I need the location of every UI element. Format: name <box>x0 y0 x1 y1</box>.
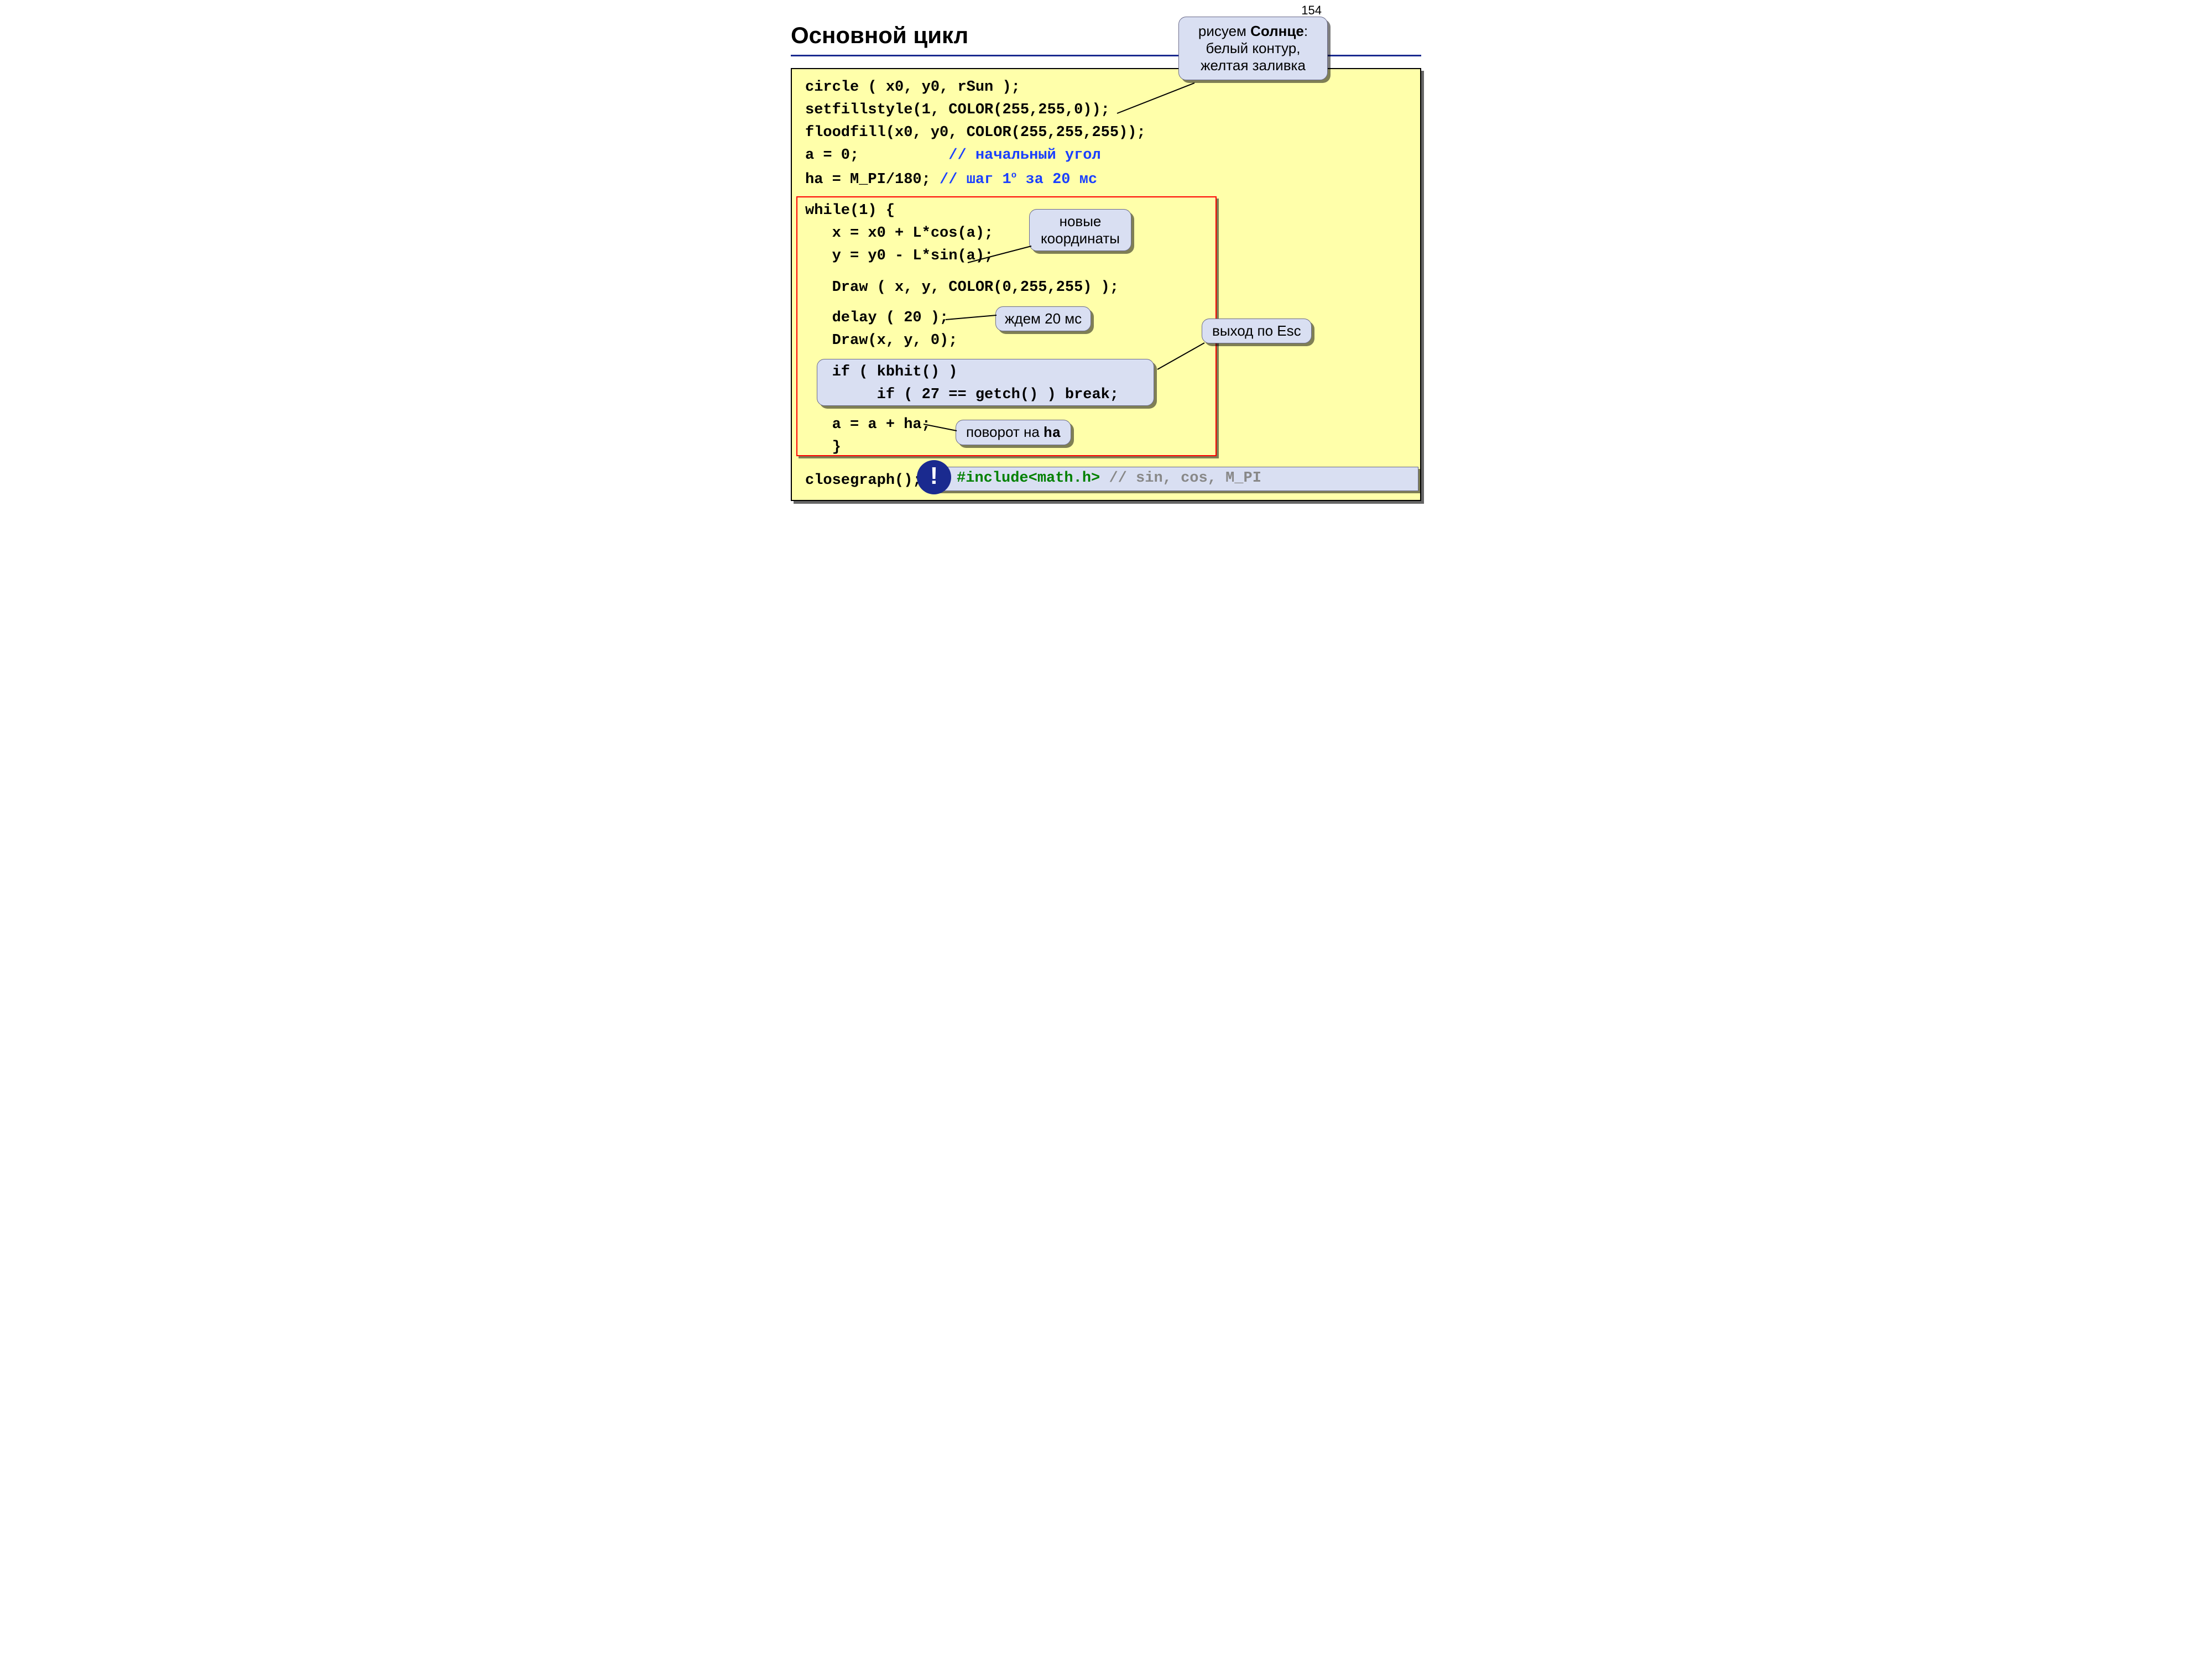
code-line-14: a = a + ha; <box>805 418 931 432</box>
page-number: 154 <box>1301 3 1322 18</box>
code-line-13: if ( 27 == getch() ) break; <box>805 388 1119 403</box>
code-line-1: circle ( x0, y0, rSun ); <box>805 80 1020 95</box>
callout-coords: новые координаты <box>1029 209 1131 251</box>
slide: 154 Основной цикл circle ( x0, y0, rSun … <box>763 0 1449 514</box>
callout-wait: ждем 20 мс <box>995 306 1091 331</box>
code-line-6: while(1) { <box>805 204 895 218</box>
code-line-11: Draw(x, y, 0); <box>805 333 957 348</box>
code-line-8: y = y0 - L*sin(a); <box>805 249 993 264</box>
exclamation-icon: ! <box>917 460 951 494</box>
code-line-10: delay ( 20 ); <box>805 311 948 326</box>
code-line-15: } <box>805 440 841 455</box>
code-line-9: Draw ( x, y, COLOR(0,255,255) ); <box>805 280 1119 295</box>
code-line-2: setfillstyle(1, COLOR(255,255,0)); <box>805 103 1110 118</box>
callout-turn: поворот на ha <box>956 420 1071 445</box>
code-line-7: x = x0 + L*cos(a); <box>805 226 993 241</box>
callout-esc: выход по Esc <box>1202 319 1312 343</box>
callout-sun: рисуем Солнце: белый контур, желтая зали… <box>1178 17 1328 80</box>
include-text: #include<math.h> // sin, cos, M_PI <box>957 471 1261 486</box>
code-line-12: if ( kbhit() ) <box>805 365 957 380</box>
code-line-3: floodfill(x0, y0, COLOR(255,255,255)); <box>805 126 1146 140</box>
code-line-4: a = 0; // начальный угол <box>805 148 1101 163</box>
code-line-16: closegraph(); <box>805 473 922 488</box>
code-line-5: ha = M_PI/180; // шаг 1о за 20 мс <box>805 171 1097 187</box>
slide-title: Основной цикл <box>791 22 968 49</box>
